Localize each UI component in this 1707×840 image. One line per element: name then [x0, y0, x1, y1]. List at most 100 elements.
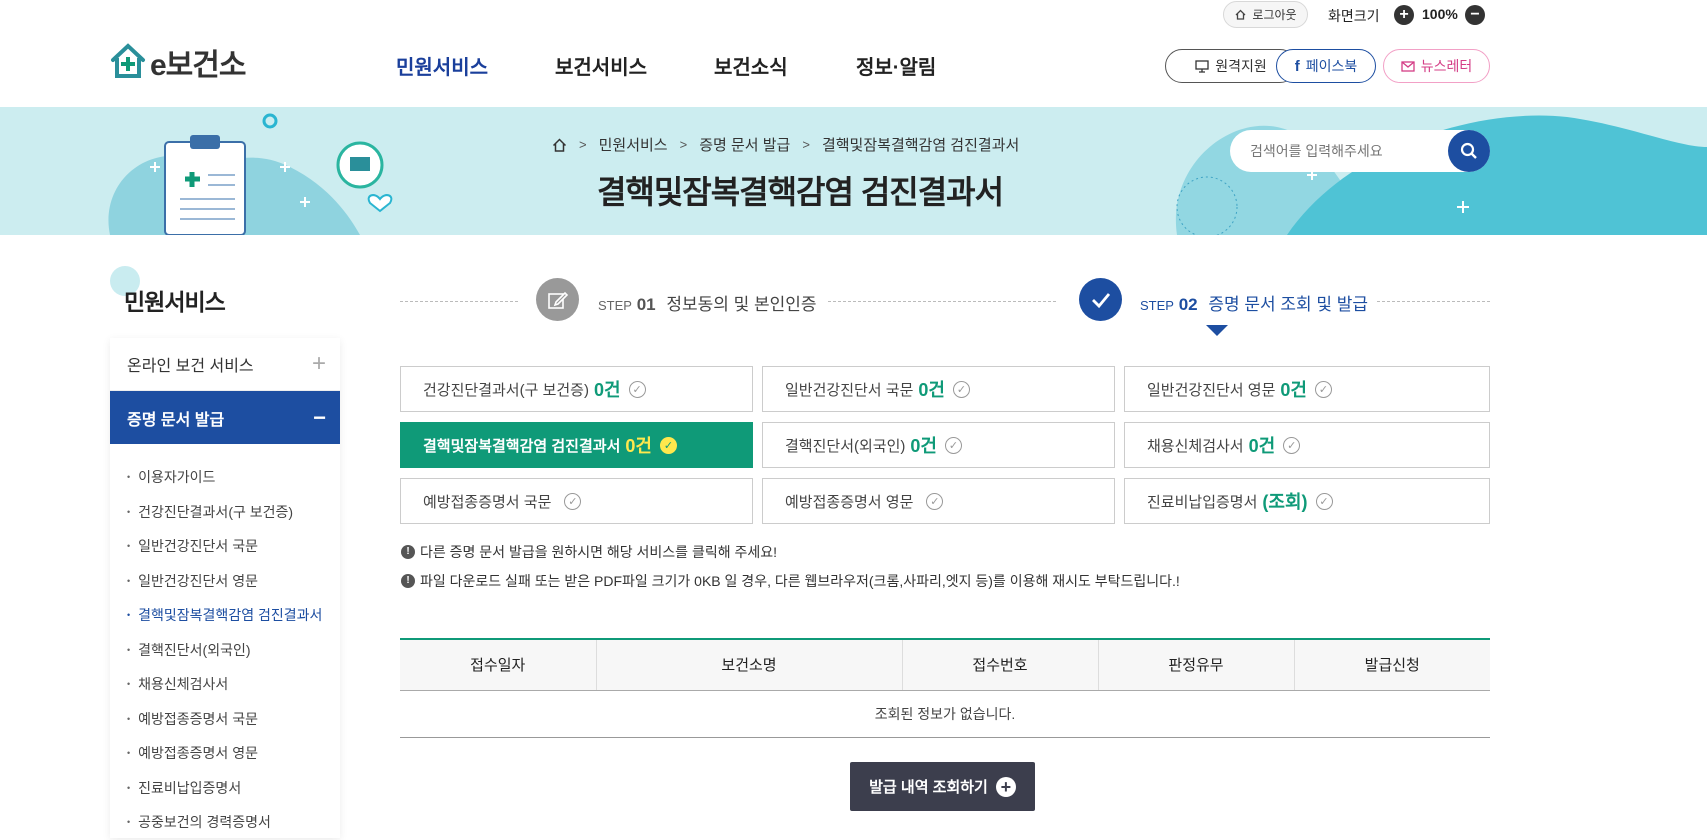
step-1-circle	[536, 278, 579, 321]
sidebar-section-label: 증명 문서 발급	[127, 411, 225, 429]
sidebar-item-general-en[interactable]: • 일반건강진단서 영문	[127, 564, 340, 599]
site-logo[interactable]: e보건소	[110, 42, 246, 82]
doc-health-exam[interactable]: 건강진단결과서(구 보건증) 0건 ✓	[400, 366, 753, 412]
monitor-icon	[1195, 59, 1209, 73]
notice-item: ! 다른 증명 문서 발급을 원하시면 해당 서비스를 클릭해 주세요!	[401, 537, 1180, 566]
sidebar-item-health-exam[interactable]: • 건강진단결과서(구 보건증)	[127, 495, 340, 530]
bullet-icon: •	[127, 575, 131, 586]
sidebar-item-vaccine-en[interactable]: • 예방접종증명서 영문	[127, 736, 340, 771]
utility-bar: 로그아웃 화면크기 + 100% −	[0, 0, 1707, 30]
doc-tb-foreigner[interactable]: 결핵진단서(외국인) 0건 ✓	[762, 422, 1115, 468]
sidebar-item-label: 진료비납입증명서	[138, 779, 242, 796]
step-indicator: STEP 01 정보동의 및 본인인증 STEP 02 증명 문서 조회 및 발…	[400, 278, 1490, 338]
home-icon[interactable]	[552, 137, 567, 152]
sidebar-title: 민원서비스	[124, 289, 226, 315]
sidebar-item-career[interactable]: • 공중보건의 경력증명서	[127, 805, 340, 840]
breadcrumb-separator: >	[802, 137, 810, 152]
sidebar-item-label: 예방접종증명서 국문	[138, 710, 258, 727]
doc-tb-result[interactable]: 결핵및잠복결핵감염 검진결과서 0건 ✓	[400, 422, 753, 468]
bullet-icon: •	[127, 817, 131, 828]
bullet-icon: •	[127, 644, 131, 655]
step-1-label: STEP 01 정보동의 및 본인인증	[598, 290, 817, 315]
bullet-icon: •	[127, 541, 131, 552]
sidebar-section-online[interactable]: 온라인 보건 서비스 +	[110, 338, 340, 391]
sidebar-item-user-guide[interactable]: • 이용자가이드	[127, 460, 340, 495]
plus-icon: +	[995, 776, 1016, 797]
doc-count: 0건	[910, 436, 937, 456]
doc-vaccine-en[interactable]: 예방접종증명서 영문 ✓	[762, 478, 1115, 524]
sidebar-item-label: 예방접종증명서 영문	[138, 745, 258, 762]
step-divider	[400, 301, 518, 302]
column-header: 판정유무	[1097, 638, 1294, 691]
facebook-button[interactable]: f 페이스북	[1276, 49, 1376, 83]
step-2-circle	[1079, 278, 1122, 321]
view-issuance-label: 발급 내역 조회하기	[869, 779, 988, 796]
facebook-icon: f	[1294, 57, 1300, 75]
nav-health-service[interactable]: 보건서비스	[555, 51, 647, 80]
logo-house-icon	[111, 43, 145, 78]
sidebar-item-vaccine-kr[interactable]: • 예방접종증명서 국문	[127, 702, 340, 737]
breadcrumb-separator: >	[579, 137, 587, 152]
search-icon	[1460, 142, 1477, 159]
step-prefix: STEP	[598, 298, 632, 313]
breadcrumb-item[interactable]: 민원서비스	[599, 134, 668, 155]
column-header: 발급신청	[1293, 638, 1490, 691]
sidebar-menu: 온라인 보건 서비스 + 증명 문서 발급 − • 이용자가이드 • 건강진단결과서…	[110, 338, 340, 838]
sidebar-item-employment[interactable]: • 채용신체검사서	[127, 667, 340, 702]
logout-button[interactable]: 로그아웃	[1223, 1, 1308, 28]
step-divider	[828, 301, 1056, 302]
column-header: 접수일자	[400, 638, 596, 691]
logout-label: 로그아웃	[1252, 8, 1297, 22]
doc-label: 결핵진단서(외국인)	[785, 437, 906, 455]
step-2-label: STEP 02 증명 문서 조회 및 발급	[1140, 290, 1368, 315]
step-number: 02	[1178, 295, 1198, 314]
table-header-row: 접수일자 보건소명 접수번호 판정유무 발급신청	[400, 638, 1490, 691]
sidebar-item-label: 채용신체검사서	[138, 676, 229, 693]
doc-count: 0건	[1248, 436, 1276, 456]
breadcrumb-item[interactable]: 결핵및잠복결핵감염 검진결과서	[822, 134, 1019, 155]
view-issuance-button[interactable]: 발급 내역 조회하기 +	[850, 762, 1035, 811]
step-prefix: STEP	[1140, 298, 1174, 313]
sidebar-item-general-kr[interactable]: • 일반건강진단서 국문	[127, 529, 340, 564]
screen-size-label: 화면크기	[1328, 8, 1380, 24]
doc-medical-fee[interactable]: 진료비납입증명서 (조회) ✓	[1124, 478, 1490, 524]
search-button[interactable]	[1448, 130, 1490, 172]
sidebar-item-label: 이용자가이드	[138, 469, 216, 486]
notice-item: ! 파일 다운로드 실패 또는 받은 PDF파일 크기가 0KB 일 경우, 다른…	[401, 566, 1180, 595]
bullet-icon: •	[127, 679, 131, 690]
doc-general-en[interactable]: 일반건강진단서 영문 0건 ✓	[1124, 366, 1490, 412]
doc-general-kr[interactable]: 일반건강진단서 국문 0건 ✓	[762, 366, 1115, 412]
page-banner: > 민원서비스 > 증명 문서 발급 > 결핵및잠복결핵감염 검진결과서 결핵및…	[0, 107, 1707, 235]
breadcrumb-item[interactable]: 증명 문서 발급	[699, 134, 790, 155]
search-input[interactable]	[1250, 130, 1440, 172]
doc-count: 0건	[918, 380, 945, 400]
sidebar-item-tb-foreigner[interactable]: • 결핵진단서(외국인)	[127, 633, 340, 668]
bullet-icon: •	[127, 610, 131, 621]
nav-civil-service[interactable]: 민원서비스	[396, 51, 488, 80]
step-number: 01	[636, 295, 656, 314]
newsletter-button[interactable]: 뉴스레터	[1383, 49, 1490, 83]
nav-info-notice[interactable]: 정보·알림	[856, 51, 936, 80]
alert-icon: !	[401, 573, 415, 588]
remote-support-label: 원격지원	[1215, 58, 1267, 74]
breadcrumb-separator: >	[679, 137, 688, 152]
nav-health-news[interactable]: 보건소식	[714, 51, 788, 80]
checkmark-icon	[1091, 292, 1110, 308]
notice-text: 다른 증명 문서 발급을 원하시면 해당 서비스를 클릭해 주세요!	[420, 543, 778, 560]
sidebar-section-certificate[interactable]: 증명 문서 발급 −	[110, 391, 340, 444]
sidebar-item-tb-result[interactable]: • 결핵및잠복결핵감염 검진결과서	[127, 598, 340, 633]
doc-count: 0건	[593, 380, 621, 400]
doc-vaccine-kr[interactable]: 예방접종증명서 국문 ✓	[400, 478, 753, 524]
zoom-out-button[interactable]: −	[1465, 5, 1485, 25]
bullet-icon: •	[127, 472, 131, 483]
doc-count: (조회)	[1262, 492, 1308, 512]
newsletter-icon	[1401, 61, 1415, 72]
doc-employment[interactable]: 채용신체검사서 0건 ✓	[1124, 422, 1490, 468]
sidebar-item-label: 공중보건의 경력증명서	[138, 814, 271, 831]
sidebar-item-label: 일반건강진단서 영문	[138, 572, 258, 589]
column-header: 보건소명	[595, 638, 902, 691]
sidebar-item-medical-fee[interactable]: • 진료비납입증명서	[127, 771, 340, 806]
zoom-in-button[interactable]: +	[1394, 5, 1414, 25]
doc-label: 채용신체검사서	[1147, 437, 1244, 455]
alert-icon: !	[401, 544, 415, 559]
